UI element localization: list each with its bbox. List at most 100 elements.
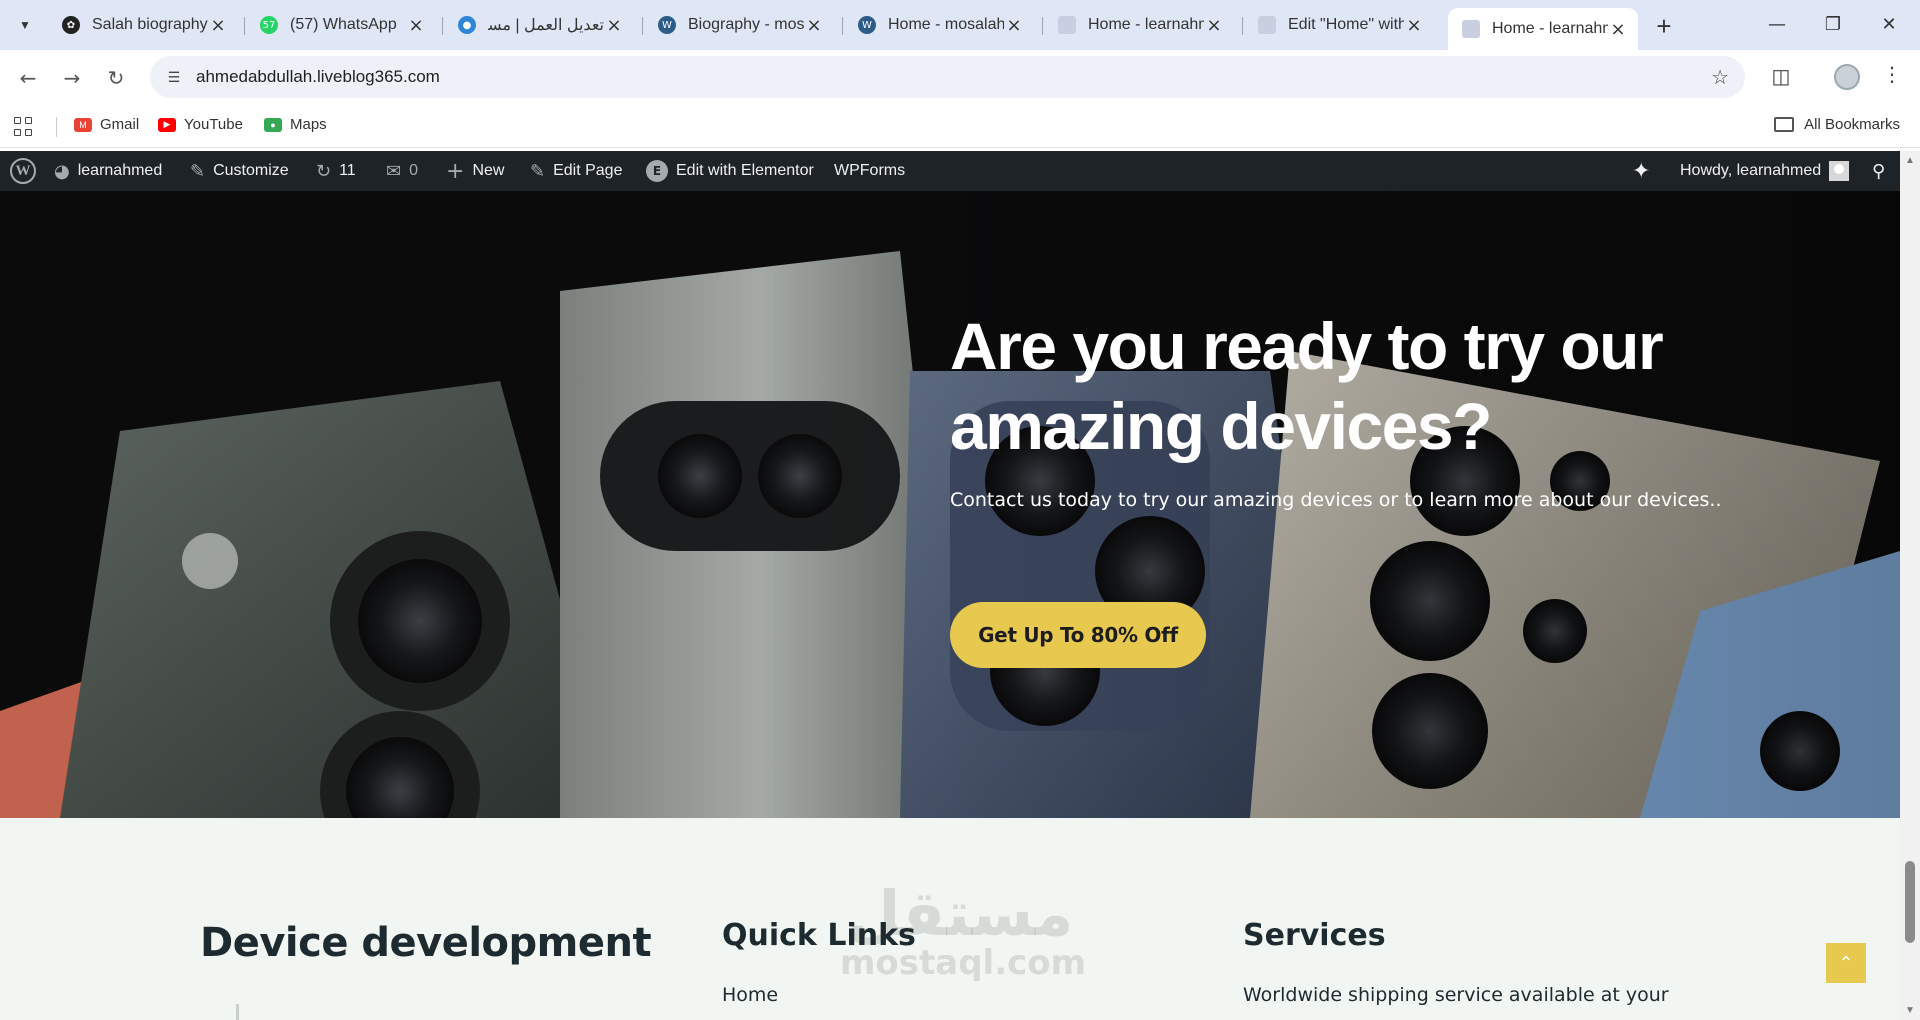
profile-avatar[interactable] [1834, 64, 1860, 90]
footer-brand: Device development [200, 920, 652, 966]
user-avatar [1829, 161, 1850, 181]
tab-title: Home - mosalah [888, 16, 1004, 33]
updates-link[interactable]: ↻ 11 [316, 151, 356, 191]
close-icon[interactable]: × [1004, 15, 1024, 36]
scroll-thumb[interactable] [1905, 861, 1915, 943]
bookmark-label: Gmail [100, 116, 140, 133]
site-footer: مستقل mostaql.com Device development Qui… [0, 818, 1900, 1020]
minimize-button[interactable]: — [1754, 8, 1800, 40]
address-bar[interactable]: ☰ ahmedabdullah.liveblog365.com ☆ [150, 56, 1745, 98]
tab-separator [1042, 17, 1043, 35]
updates-icon: ↻ [316, 160, 332, 182]
customize-link[interactable]: ✎ Customize [190, 151, 289, 191]
tab-title: Salah biography [92, 16, 208, 33]
close-icon[interactable]: × [804, 15, 824, 36]
comments-link[interactable]: ✉ 0 [386, 151, 418, 191]
wpforms-label: WPForms [834, 162, 906, 179]
gmail-icon: M [74, 117, 92, 132]
tab-mostaql[interactable]: ● تعديل العمل | مستقل × [444, 8, 634, 42]
site-name-menu[interactable]: ◕ learnahmed [54, 151, 162, 191]
elementor-label: Edit with Elementor [676, 162, 814, 179]
bookmark-gmail[interactable]: M Gmail [74, 116, 139, 133]
forward-icon[interactable]: → [56, 62, 88, 94]
url-text[interactable]: ahmedabdullah.liveblog365.com [196, 67, 440, 87]
whatsapp-icon: 57 [260, 16, 278, 34]
scroll-up-arrow[interactable]: ▲ [1905, 155, 1915, 166]
discount-cta-button[interactable]: Get Up To 80% Off [950, 602, 1206, 668]
hero-section: Are you ready to try our amazing devices… [0, 191, 1900, 818]
ai-sparkle-button[interactable]: ✦ [1632, 151, 1658, 191]
new-tab-button[interactable]: + [1650, 11, 1678, 41]
tab-separator [442, 17, 443, 35]
tab-home-learnahmed[interactable]: Home - learnahmed × [1044, 8, 1234, 42]
bookmark-label: YouTube [184, 116, 243, 133]
customize-label: Customize [213, 162, 289, 179]
tab-home-mosalah[interactable]: W Home - mosalah × [844, 8, 1034, 42]
site-name: learnahmed [77, 162, 163, 179]
folder-icon [1774, 117, 1795, 132]
back-to-top-button[interactable]: ⌃ [1826, 943, 1866, 983]
sparkle-icon: ✦ [1632, 158, 1651, 184]
wordpress-icon: W [658, 16, 676, 34]
elementor-icon: E [646, 160, 668, 182]
browser-toolbar: ← → ↻ ☰ ahmedabdullah.liveblog365.com ☆ [0, 50, 1920, 106]
all-bookmarks[interactable]: All Bookmarks [1774, 116, 1900, 133]
dashboard-icon: ◕ [54, 160, 70, 182]
apps-grid-icon[interactable] [14, 117, 34, 137]
tab-whatsapp[interactable]: 57 (57) WhatsApp × [246, 8, 436, 42]
close-icon[interactable]: × [406, 15, 426, 36]
tab-strip: ▼ ✿ Salah biography × 57 (57) WhatsApp ×… [0, 0, 1920, 50]
bookmarks-bar: M Gmail ▶ YouTube ● Maps All Bookmarks [0, 106, 1920, 148]
page-scrollbar[interactable]: ▲ ▼ [1900, 151, 1920, 1020]
edit-page-label: Edit Page [553, 162, 623, 179]
bookmark-youtube[interactable]: ▶ YouTube [158, 116, 243, 133]
tab-title: تعديل العمل | مستقل [488, 17, 604, 34]
reload-icon[interactable]: ↻ [100, 62, 132, 94]
howdy-label: Howdy, learnahmed [1680, 162, 1822, 179]
tab-search-icon[interactable]: ▼ [12, 12, 38, 38]
back-icon[interactable]: ← [12, 62, 44, 94]
footer-link-home[interactable]: Home [722, 984, 778, 1006]
close-icon[interactable]: × [208, 15, 228, 36]
restore-button[interactable]: ❐ [1810, 8, 1856, 40]
brush-icon: ✎ [190, 160, 206, 182]
mostaql-icon: ● [458, 16, 476, 34]
tab-biography-mosalah[interactable]: W Biography - mosalah × [644, 8, 834, 42]
wp-logo-menu[interactable]: W [10, 151, 36, 191]
tab-title: Home - learnahmed [1492, 20, 1608, 37]
close-icon[interactable]: × [1608, 19, 1628, 40]
edit-elementor-link[interactable]: E Edit with Elementor [646, 151, 814, 191]
bookmark-maps[interactable]: ● Maps [264, 116, 327, 133]
page-icon [1462, 20, 1480, 38]
comments-count: 0 [409, 162, 418, 179]
scroll-down-arrow[interactable]: ▼ [1905, 1005, 1915, 1016]
close-icon[interactable]: × [604, 15, 624, 36]
tab-separator [1242, 17, 1243, 35]
bookmark-label: Maps [290, 116, 327, 133]
close-icon[interactable]: × [1204, 15, 1224, 36]
youtube-icon: ▶ [158, 117, 176, 132]
tab-separator [842, 17, 843, 35]
page-icon [1058, 16, 1076, 34]
wp-admin-bar: W ◕ learnahmed ✎ Customize ↻ 11 ✉ 0 + Ne… [0, 151, 1900, 191]
tab-title: Biography - mosalah [688, 16, 804, 33]
tab-home-learnahmed-active[interactable]: Home - learnahmed × [1448, 8, 1638, 50]
new-content-menu[interactable]: + New [446, 151, 504, 191]
my-account-menu[interactable]: Howdy, learnahmed [1680, 151, 1850, 191]
hero-subtitle: Contact us today to try our amazing devi… [950, 489, 1722, 511]
close-icon[interactable]: × [1404, 15, 1424, 36]
site-info-icon[interactable]: ☰ [164, 67, 184, 87]
tab-separator [642, 17, 643, 35]
edit-page-link[interactable]: ✎ Edit Page [530, 151, 622, 191]
extensions-icon[interactable]: ◫ [1768, 63, 1794, 89]
bookmark-star-icon[interactable]: ☆ [1711, 65, 1729, 89]
tab-salah-biography[interactable]: ✿ Salah biography × [48, 8, 238, 42]
tab-separator [244, 17, 245, 35]
admin-search[interactable]: ⚲ [1872, 151, 1893, 191]
services-title: Services [1243, 918, 1386, 953]
menu-dots-icon[interactable]: ⋮ [1882, 62, 1902, 86]
tab-edit-elementor[interactable]: Edit "Home" with Elementor × [1244, 8, 1434, 42]
close-window-button[interactable]: ✕ [1866, 8, 1912, 40]
wpforms-link[interactable]: WPForms [834, 151, 905, 191]
pencil-icon: ✎ [530, 160, 546, 182]
